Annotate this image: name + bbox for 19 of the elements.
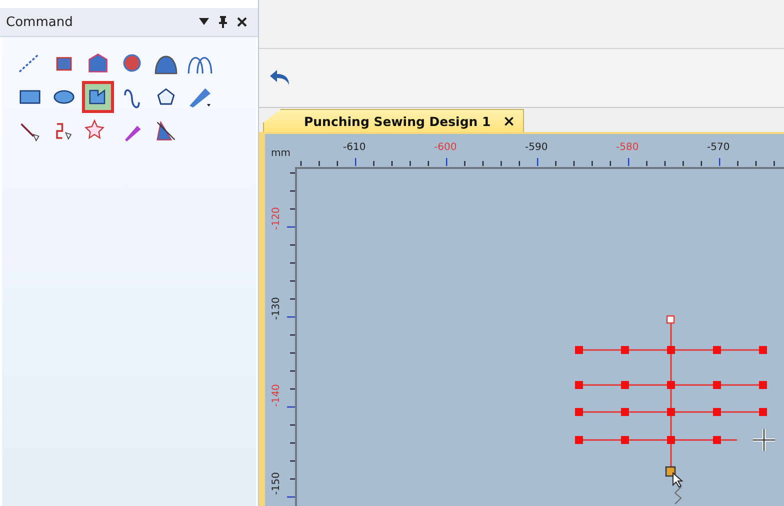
ruler-label: -570	[707, 142, 730, 153]
panel-title: Command	[6, 14, 74, 30]
tab-close[interactable]: ×	[502, 112, 516, 130]
ruler-label: -600	[434, 142, 457, 153]
ruler-label: -610	[343, 142, 366, 153]
ruler-label: -120	[270, 207, 282, 230]
ruler-label: -150	[270, 472, 282, 495]
pointer-cursor-icon	[672, 472, 684, 488]
tab-label: Punching Sewing Design 1	[304, 114, 491, 128]
document-tab[interactable]: Punching Sewing Design 1 ×	[263, 109, 524, 132]
tool-button[interactable]	[82, 81, 114, 113]
ruler-label: -130	[270, 297, 282, 320]
crosshair-cursor-icon	[752, 428, 776, 452]
zigzag-line-icon	[674, 486, 682, 504]
ruler-label: -140	[270, 384, 282, 407]
ruler-label: -590	[525, 142, 548, 153]
unit-label: mm	[270, 147, 292, 161]
undo-icon[interactable]	[269, 69, 291, 87]
ruler-label: -580	[616, 142, 639, 153]
